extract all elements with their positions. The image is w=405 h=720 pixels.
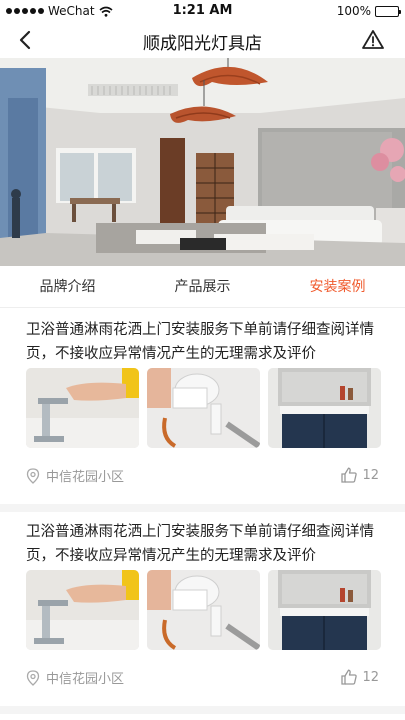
- tab-brand-intro[interactable]: 品牌介绍: [0, 266, 135, 307]
- post-footer: 中信花园小区 12: [26, 466, 379, 490]
- photo-vanity-cabinet[interactable]: [268, 570, 381, 650]
- page-title: 顺成阳光灯具店: [143, 34, 262, 54]
- post-footer: 中信花园小区 12: [26, 668, 379, 692]
- battery-status: 100%: [336, 4, 401, 18]
- thumbs-up-icon: [341, 467, 358, 483]
- store-banner-image: [0, 58, 405, 266]
- nav-bar: 顺成阳光灯具店: [0, 22, 405, 58]
- section-divider: [0, 504, 405, 512]
- case-post[interactable]: 卫浴普通淋雨花洒上门安装服务下单前请仔细查阅详情页，不接收应异常情况产生的无理需…: [0, 512, 405, 706]
- photo-hairdryer-holder[interactable]: [147, 570, 260, 650]
- thumbs-up-icon: [341, 669, 358, 685]
- photo-faucet-install[interactable]: [26, 368, 139, 448]
- location-label: 中信花园小区: [46, 672, 125, 687]
- location-pin-icon: [26, 467, 40, 484]
- section-divider: [0, 706, 405, 714]
- post-description: 卫浴普通淋雨花洒上门安装服务下单前请仔细查阅详情页，不接收应异常情况产生的无理需…: [26, 524, 374, 564]
- like-button[interactable]: 12: [340, 668, 379, 686]
- like-button[interactable]: 12: [340, 466, 379, 484]
- warning-triangle-icon[interactable]: [361, 28, 385, 52]
- photo-hairdryer-holder[interactable]: [147, 368, 260, 448]
- post-description: 卫浴普通淋雨花洒上门安装服务下单前请仔细查阅详情页，不接收应异常情况产生的无理需…: [26, 322, 374, 362]
- post-location: 中信花园小区: [26, 466, 124, 485]
- location-pin-icon: [26, 669, 40, 686]
- tab-bar: 品牌介绍 产品展示 安装案例: [0, 266, 405, 308]
- like-count: 12: [362, 467, 379, 483]
- post-location: 中信花园小区: [26, 668, 124, 687]
- post-photos: [26, 570, 381, 650]
- location-label: 中信花园小区: [46, 470, 125, 485]
- tab-installation-cases[interactable]: 安装案例: [270, 266, 405, 307]
- battery-icon: [375, 5, 401, 17]
- tab-product-display[interactable]: 产品展示: [135, 266, 270, 307]
- battery-percent: 100%: [336, 4, 371, 18]
- like-count: 12: [362, 669, 379, 685]
- post-photos: [26, 368, 381, 448]
- case-post[interactable]: 卫浴普通淋雨花洒上门安装服务下单前请仔细查阅详情页，不接收应异常情况产生的无理需…: [0, 310, 405, 504]
- photo-vanity-cabinet[interactable]: [268, 368, 381, 448]
- photo-faucet-install[interactable]: [26, 570, 139, 650]
- status-bar: WeChat 1:21 AM 100%: [0, 0, 405, 22]
